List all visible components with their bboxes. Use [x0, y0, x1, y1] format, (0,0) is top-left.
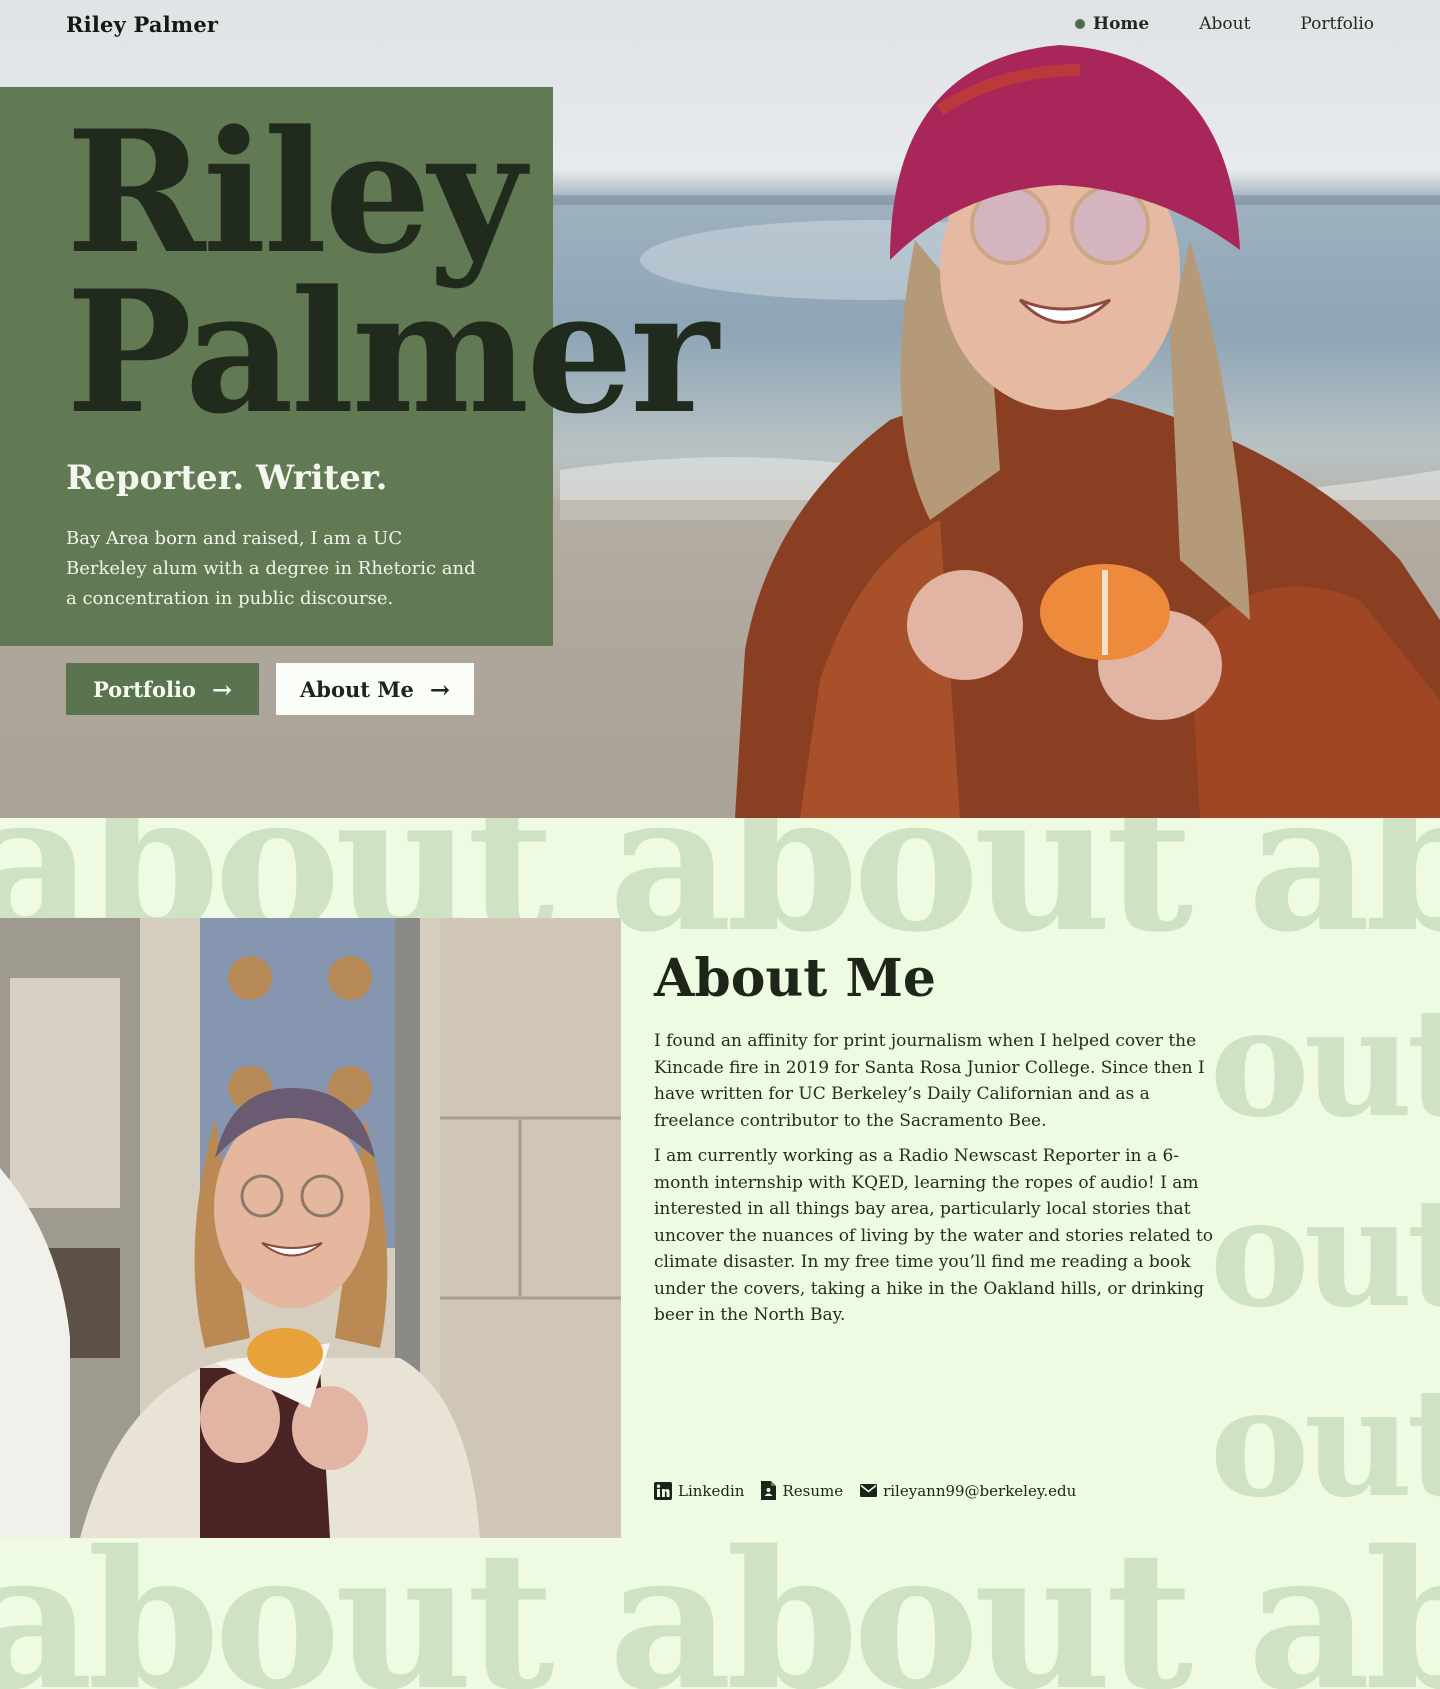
arrow-right-icon: → — [429, 674, 450, 704]
hero-name-first: Riley — [66, 93, 526, 291]
ghost-side-text-3: out — [1209, 1355, 1440, 1531]
site-brand[interactable]: Riley Palmer — [66, 12, 218, 37]
nav-home-label: Home — [1093, 14, 1150, 34]
nav-portfolio-label: Portfolio — [1300, 14, 1374, 34]
about-paragraph-1: I found an affinity for print journalism… — [654, 1031, 1205, 1131]
nav-home-link[interactable]: Home — [1075, 14, 1149, 34]
envelope-icon — [860, 1484, 878, 1497]
portfolio-button[interactable]: Portfolio → — [66, 663, 259, 715]
ghost-about-text-bottom: about about about — [0, 1509, 1440, 1689]
email-label: rileyann99@berkeley.edu — [883, 1481, 1077, 1500]
main-nav: Home About Portfolio — [1075, 14, 1374, 34]
hero-intro-text: Bay Area born and raised, I am a UC Berk… — [66, 528, 476, 609]
portfolio-button-label: Portfolio — [92, 676, 196, 702]
email-link[interactable]: rileyann99@berkeley.edu — [860, 1482, 1076, 1500]
hero-name-heading: Riley Palmer — [66, 93, 719, 451]
resume-label: Resume — [782, 1481, 844, 1500]
ghost-side-text-2: out — [1209, 1165, 1440, 1341]
arrow-right-icon: → — [211, 674, 233, 704]
about-section: about about about out out out about abou… — [0, 818, 1440, 1689]
hero-section: Riley Palmer Home About Portfolio Riley … — [0, 0, 1440, 818]
hero-tagline: Reporter. Writer. — [66, 458, 388, 498]
top-navigation-bar: Riley Palmer Home About Portfolio — [0, 0, 1440, 52]
resume-link[interactable]: Resume — [761, 1481, 843, 1500]
nav-about-link[interactable]: About — [1199, 14, 1250, 34]
about-me-button[interactable]: About Me → — [276, 663, 474, 715]
about-photo — [0, 918, 621, 1538]
linkedin-label: Linkedin — [678, 1481, 745, 1500]
contact-links: Linkedin Resume rileyann99@berkeley.edu — [654, 1481, 1076, 1500]
active-indicator-dot-icon — [1075, 19, 1086, 29]
linkedin-icon — [654, 1481, 672, 1500]
hero-name-last: Palmer — [66, 253, 719, 451]
about-text: I found an affinity for print journalism… — [654, 1028, 1214, 1338]
about-heading: About Me — [654, 948, 936, 1009]
about-paragraph-2: I am currently working as a Radio Newsca… — [654, 1146, 1214, 1325]
nav-portfolio-link[interactable]: Portfolio — [1300, 14, 1374, 34]
linkedin-link[interactable]: Linkedin — [654, 1481, 745, 1500]
about-me-button-label: About Me — [300, 676, 414, 702]
document-icon — [761, 1481, 777, 1500]
nav-about-label: About — [1199, 14, 1251, 34]
ghost-side-text-1: out — [1209, 975, 1440, 1151]
